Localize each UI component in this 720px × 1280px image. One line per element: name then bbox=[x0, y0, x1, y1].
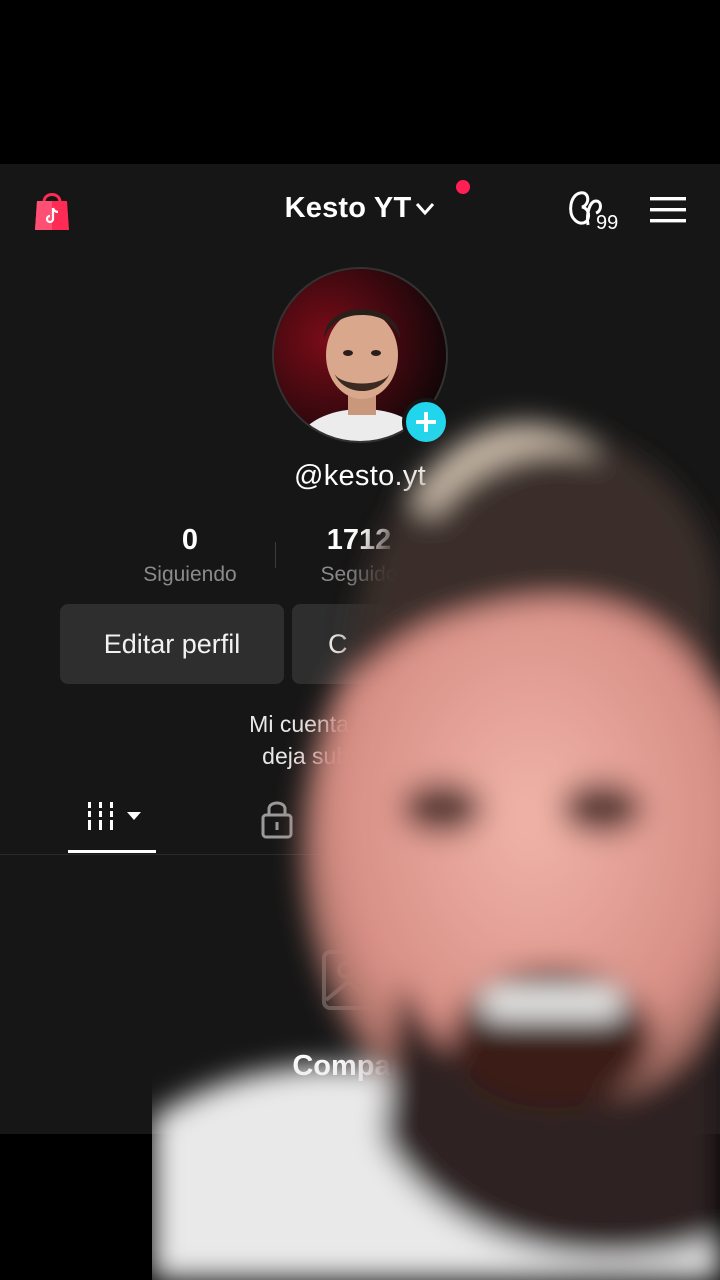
activity-icon[interactable]: 99 bbox=[566, 189, 624, 231]
active-tab-indicator bbox=[68, 850, 156, 853]
chevron-down-icon bbox=[416, 203, 435, 216]
grid-videos-icon[interactable] bbox=[68, 792, 156, 852]
notification-dot bbox=[456, 180, 470, 194]
activity-badge-count: 99 bbox=[596, 212, 618, 231]
facecam-overlay bbox=[152, 423, 720, 1280]
account-name: Kesto YT bbox=[284, 192, 412, 224]
top-bar: Kesto YT 99 bbox=[0, 164, 720, 259]
hamburger-menu-icon[interactable] bbox=[650, 196, 686, 224]
